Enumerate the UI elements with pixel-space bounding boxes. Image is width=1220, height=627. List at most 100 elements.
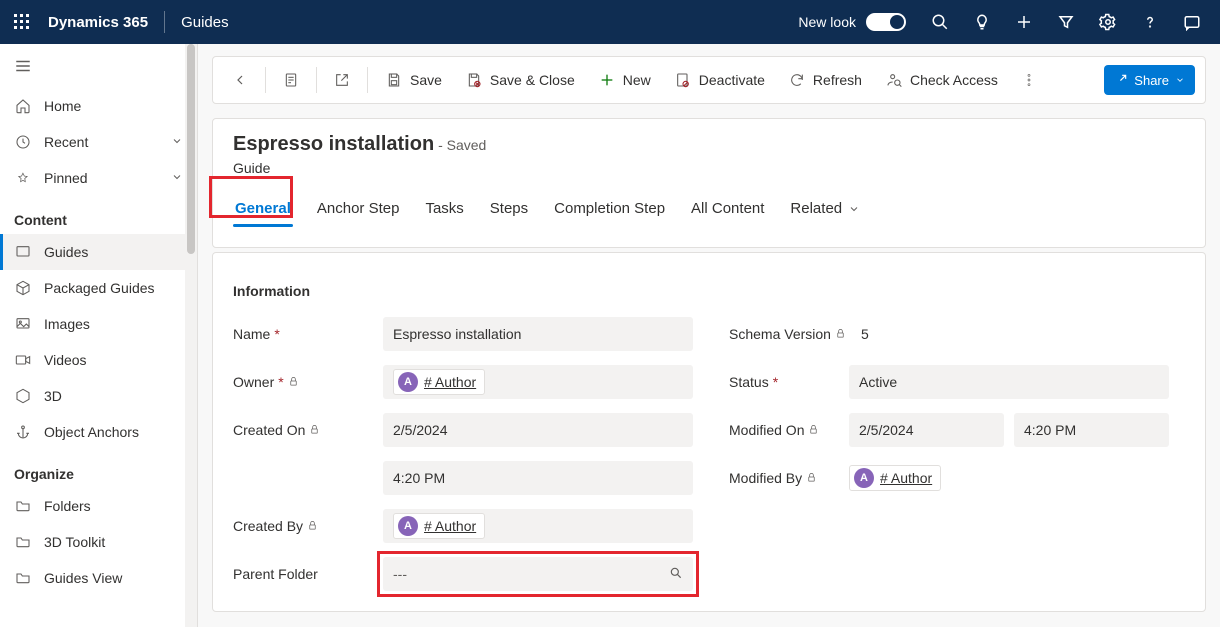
record-entity: Guide	[233, 160, 1185, 176]
cmd-label: Refresh	[813, 72, 862, 88]
sidebar-scrollbar[interactable]	[185, 44, 197, 627]
field-schema-version: 5	[849, 326, 1169, 342]
sidebar-item-3d-toolkit[interactable]: 3D Toolkit	[0, 524, 197, 560]
back-button[interactable]	[223, 63, 257, 97]
refresh-button[interactable]: Refresh	[779, 63, 872, 97]
avatar: A	[398, 372, 418, 392]
deactivate-button[interactable]: Deactivate	[665, 63, 775, 97]
guides-icon	[14, 243, 32, 261]
save-close-icon	[466, 72, 482, 88]
record-saved-label: - Saved	[438, 137, 486, 153]
cmd-label: Save & Close	[490, 72, 575, 88]
field-parent-folder-wrap: ---	[383, 557, 693, 591]
app-name[interactable]: Guides	[181, 14, 229, 31]
sidebar-item-packaged-guides[interactable]: Packaged Guides	[0, 270, 197, 306]
field-created-by[interactable]: A # Author	[383, 509, 693, 543]
hamburger-icon[interactable]	[0, 44, 197, 88]
sidebar-item-3d[interactable]: 3D	[0, 378, 197, 414]
field-parent-folder[interactable]: ---	[383, 557, 693, 591]
tab-tasks[interactable]: Tasks	[423, 194, 465, 227]
field-modified-by[interactable]: A # Author	[849, 465, 1169, 491]
folder-icon	[14, 533, 32, 551]
sidebar-item-label: Folders	[44, 498, 91, 514]
lightbulb-icon[interactable]	[970, 10, 994, 34]
tab-list: General Anchor Step Tasks Steps Completi…	[233, 194, 1185, 227]
lock-icon	[307, 518, 318, 534]
lock-icon	[835, 326, 846, 342]
avatar: A	[854, 468, 874, 488]
sidebar-item-guides-view[interactable]: Guides View	[0, 560, 197, 596]
save-close-button[interactable]: Save & Close	[456, 63, 585, 97]
sidebar-group-organize: Organize	[0, 450, 197, 488]
sidebar-item-object-anchors[interactable]: Object Anchors	[0, 414, 197, 450]
pin-icon	[14, 169, 32, 187]
modified-by-chip[interactable]: A # Author	[849, 465, 941, 491]
new-button[interactable]: New	[589, 63, 661, 97]
new-look-label: New look	[798, 14, 856, 30]
cmd-label: Check Access	[910, 72, 998, 88]
popout-button[interactable]	[325, 63, 359, 97]
clock-icon	[14, 133, 32, 151]
sidebar-item-folders[interactable]: Folders	[0, 488, 197, 524]
tab-completion-step[interactable]: Completion Step	[552, 194, 667, 227]
cmd-label: New	[623, 72, 651, 88]
field-status[interactable]: Active	[849, 365, 1169, 399]
save-button[interactable]: Save	[376, 63, 452, 97]
gear-icon[interactable]	[1096, 10, 1120, 34]
tab-related[interactable]: Related	[788, 194, 862, 227]
share-button[interactable]: Share	[1104, 65, 1195, 95]
chevron-down-icon	[171, 134, 183, 150]
field-created-on-date: 2/5/2024	[383, 413, 693, 447]
overflow-button[interactable]	[1012, 63, 1046, 97]
help-icon[interactable]	[1138, 10, 1162, 34]
sidebar-item-home[interactable]: Home	[0, 88, 197, 124]
tab-general[interactable]: General	[233, 194, 293, 227]
form-card: Information Name* Espresso installation …	[212, 252, 1206, 612]
tab-anchor-step[interactable]: Anchor Step	[315, 194, 402, 227]
assistant-icon[interactable]	[1180, 10, 1204, 34]
search-icon[interactable]	[669, 566, 683, 583]
sidebar-item-recent[interactable]: Recent	[0, 124, 197, 160]
home-icon	[14, 97, 32, 115]
chevron-down-icon	[171, 170, 183, 186]
sidebar-group-content: Content	[0, 196, 197, 234]
sidebar-item-label: Pinned	[44, 170, 88, 186]
sidebar-item-videos[interactable]: Videos	[0, 342, 197, 378]
app-topbar: Dynamics 365 Guides New look	[0, 0, 1220, 44]
plus-icon[interactable]	[1012, 10, 1036, 34]
sidebar-item-label: Object Anchors	[44, 424, 139, 440]
sidebar-item-pinned[interactable]: Pinned	[0, 160, 197, 196]
tab-steps[interactable]: Steps	[488, 194, 530, 227]
deactivate-icon	[675, 72, 691, 88]
label-status: Status*	[729, 374, 849, 390]
label-modified-by: Modified By	[729, 470, 849, 486]
sidebar-item-label: Packaged Guides	[44, 280, 155, 296]
field-created-on-time: 4:20 PM	[383, 461, 693, 495]
sidebar-item-images[interactable]: Images	[0, 306, 197, 342]
field-name[interactable]: Espresso installation	[383, 317, 693, 351]
modified-by-link[interactable]: # Author	[880, 470, 932, 486]
lock-icon	[309, 422, 320, 438]
filter-icon[interactable]	[1054, 10, 1078, 34]
refresh-icon	[789, 72, 805, 88]
sidebar-item-guides[interactable]: Guides	[0, 234, 197, 270]
owner-chip[interactable]: A # Author	[393, 369, 485, 395]
open-record-set-button[interactable]	[274, 63, 308, 97]
record-card: Espresso installation - Saved Guide Gene…	[212, 118, 1206, 248]
new-look-toggle[interactable]: New look	[798, 13, 906, 31]
created-by-link[interactable]: # Author	[424, 518, 476, 534]
created-by-chip[interactable]: A # Author	[393, 513, 485, 539]
sidebar-item-label: Guides View	[44, 570, 122, 586]
app-launcher-icon[interactable]	[8, 8, 36, 36]
owner-link[interactable]: # Author	[424, 374, 476, 390]
brand-label: Dynamics 365	[48, 14, 148, 31]
check-access-button[interactable]: Check Access	[876, 63, 1008, 97]
label-parent-folder: Parent Folder	[233, 566, 383, 582]
sidebar-item-label: Images	[44, 316, 90, 332]
record-title: Espresso installation	[233, 133, 434, 155]
field-owner[interactable]: A # Author	[383, 365, 693, 399]
chevron-down-icon	[848, 203, 860, 215]
toggle-switch[interactable]	[866, 13, 906, 31]
tab-all-content[interactable]: All Content	[689, 194, 766, 227]
search-icon[interactable]	[928, 10, 952, 34]
